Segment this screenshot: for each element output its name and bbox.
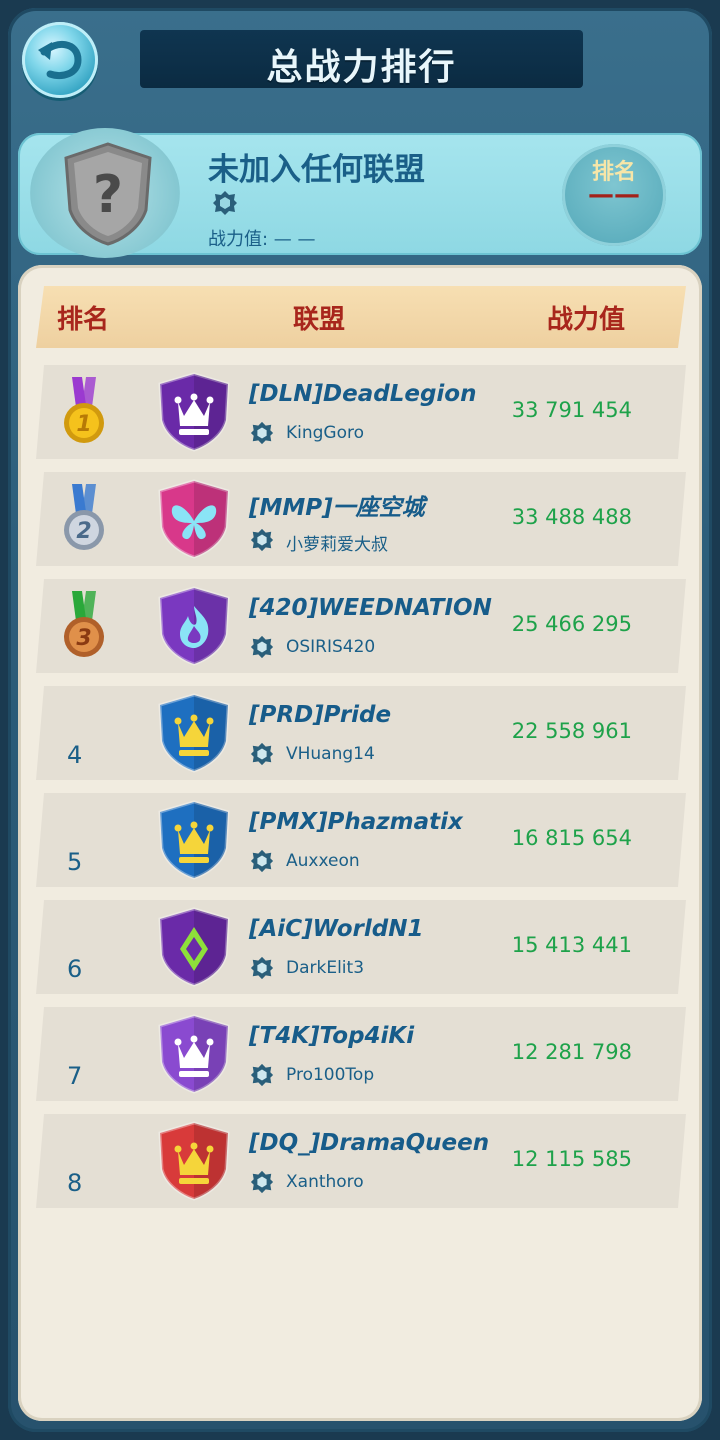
alliance-power: 12 281 798 bbox=[511, 1040, 632, 1064]
crown-icon bbox=[158, 693, 230, 773]
back-button[interactable] bbox=[22, 22, 98, 98]
alliance-badge bbox=[158, 693, 230, 777]
alliance-badge bbox=[158, 800, 230, 884]
my-rank-badge: 排名 —— bbox=[562, 144, 666, 246]
alliance-power: 12 115 585 bbox=[511, 1147, 632, 1171]
butterfly-icon bbox=[158, 479, 230, 559]
alliance-badge bbox=[158, 1014, 230, 1098]
alliance-badge bbox=[158, 479, 230, 563]
alliance-power: 16 815 654 bbox=[511, 826, 632, 850]
guild-emblem-icon bbox=[250, 956, 274, 980]
guild-emblem-icon bbox=[250, 1063, 274, 1087]
leader-icon bbox=[250, 956, 274, 984]
crown-icon bbox=[158, 1014, 230, 1094]
rank-number: 5 bbox=[67, 848, 83, 876]
alliance-badge bbox=[158, 372, 230, 456]
rank-number: 4 bbox=[67, 741, 83, 769]
alliance-badge bbox=[158, 1121, 230, 1205]
alliance-name: [420]WEEDNATION bbox=[249, 595, 492, 621]
crown-icon bbox=[158, 372, 230, 452]
alliance-name: [MMP]一座空城 bbox=[249, 495, 425, 521]
rank-medal: 1 bbox=[60, 377, 108, 453]
rank-medal: 2 bbox=[60, 484, 108, 560]
leader-icon bbox=[250, 635, 274, 663]
alliance-badge bbox=[158, 907, 230, 991]
alliance-name: [AiC]WorldN1 bbox=[249, 916, 424, 942]
question-shield-icon: ? bbox=[64, 142, 152, 246]
svg-text:1: 1 bbox=[76, 412, 91, 437]
alliance-badge bbox=[158, 586, 230, 670]
my-rank-value: —— bbox=[588, 180, 640, 210]
svg-text:3: 3 bbox=[76, 626, 91, 651]
leader-icon bbox=[250, 1063, 274, 1091]
alliance-leader: KingGoro bbox=[286, 423, 365, 443]
alliance-power: 22 558 961 bbox=[511, 719, 632, 743]
alliance-name: [DLN]DeadLegion bbox=[249, 381, 477, 407]
alliance-leader: Pro100Top bbox=[286, 1065, 375, 1085]
leader-icon bbox=[250, 528, 274, 556]
guild-emblem-icon bbox=[250, 421, 274, 445]
crown-icon bbox=[158, 1121, 230, 1201]
rank-number: 7 bbox=[67, 1062, 83, 1090]
flame-icon bbox=[158, 586, 230, 666]
alliance-power: 33 791 454 bbox=[511, 398, 632, 422]
back-arrow-icon bbox=[38, 41, 82, 79]
alliance-name: [T4K]Top4iKi bbox=[249, 1023, 415, 1049]
guild-emblem-icon bbox=[250, 742, 274, 766]
page-title: 总战力排行 bbox=[266, 47, 457, 88]
svg-text:2: 2 bbox=[76, 519, 91, 544]
silver-medal-icon: 2 bbox=[64, 484, 104, 550]
alliance-power: 15 413 441 bbox=[511, 933, 632, 957]
rank-number: 6 bbox=[67, 955, 83, 983]
alliance-leader: OSIRIS420 bbox=[286, 637, 376, 657]
guild-emblem-icon bbox=[250, 528, 274, 552]
header-power: 战力值 bbox=[547, 305, 626, 335]
alliance-leader: 小萝莉爱大叔 bbox=[286, 535, 388, 555]
rank-medal: 3 bbox=[60, 591, 108, 667]
rank-number: 8 bbox=[67, 1169, 83, 1197]
leader-icon bbox=[250, 742, 274, 770]
alliance-name: [PMX]Phazmatix bbox=[249, 809, 463, 835]
guild-emblem-icon bbox=[250, 1170, 274, 1194]
header-alliance: 联盟 bbox=[293, 305, 346, 335]
alliance-name: [PRD]Pride bbox=[249, 702, 392, 728]
header-rank: 排名 bbox=[57, 305, 110, 335]
alliance-power: 33 488 488 bbox=[511, 505, 632, 529]
leader-icon bbox=[250, 421, 274, 449]
crown-icon bbox=[158, 800, 230, 880]
bronze-medal-icon: 3 bbox=[64, 591, 104, 657]
leader-icon bbox=[250, 1170, 274, 1198]
alliance-power: 25 466 295 bbox=[511, 612, 632, 636]
gold-medal-icon: 1 bbox=[64, 377, 104, 443]
my-alliance-power: 战力值: — — bbox=[208, 229, 316, 250]
alliance-leader: DarkElit3 bbox=[286, 958, 365, 978]
svg-text:?: ? bbox=[93, 165, 123, 225]
alliance-leader: Auxxeon bbox=[286, 851, 360, 871]
alliance-name: [DQ_]DramaQueen bbox=[249, 1130, 490, 1156]
guild-emblem-icon bbox=[213, 191, 237, 215]
guild-emblem-icon bbox=[250, 635, 274, 659]
my-alliance-name: 未加入任何联盟 bbox=[208, 152, 425, 188]
diamond-icon bbox=[158, 907, 230, 987]
alliance-leader: Xanthoro bbox=[286, 1172, 364, 1192]
leader-icon bbox=[250, 849, 274, 877]
title-bar: 总战力排行 bbox=[140, 30, 583, 88]
alliance-leader: VHuang14 bbox=[286, 744, 375, 764]
guild-emblem-icon bbox=[250, 849, 274, 873]
